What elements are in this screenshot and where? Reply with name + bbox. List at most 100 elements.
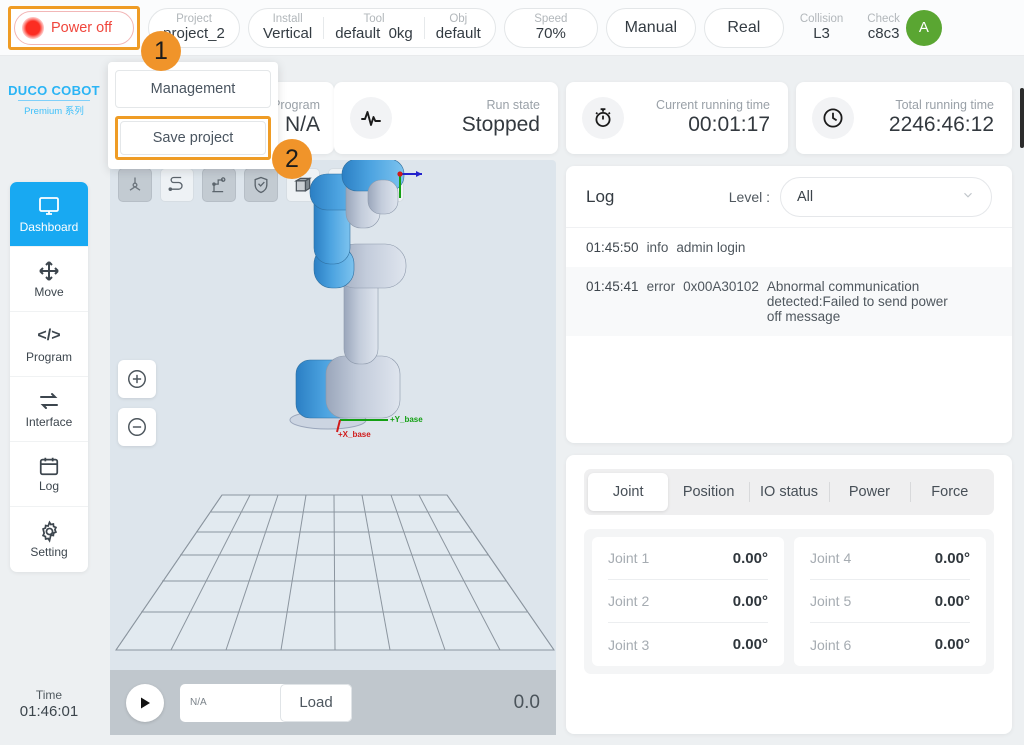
project-dropdown-menu: Management Save project	[108, 62, 278, 169]
logo-divider	[18, 100, 90, 101]
joint-values-grid: Joint 1 0.00° Joint 2 0.00° Joint 3 0.00…	[584, 529, 994, 674]
power-off-button[interactable]: Power off	[14, 11, 134, 45]
swap-arrows-icon	[37, 389, 61, 413]
obj-value: default	[436, 26, 481, 42]
log-header: Log Level : All	[566, 166, 1012, 228]
obj-label: Obj	[449, 13, 467, 25]
log-entry-time: 01:45:50	[586, 240, 639, 255]
load-button[interactable]: Load	[280, 684, 352, 722]
sidebar-item-dashboard[interactable]: Dashboard	[10, 182, 88, 247]
move-arrows-icon	[37, 259, 61, 283]
collision-status[interactable]: Collision L3	[792, 13, 851, 42]
zoom-out-button[interactable]	[118, 408, 156, 446]
project-label: Project	[176, 13, 212, 25]
sidebar-label-interface: Interface	[26, 415, 73, 429]
tab-io-status-label: IO status	[760, 484, 818, 500]
joint-name: Joint 4	[810, 550, 851, 566]
current-running-time-card: Current running time 00:01:17	[566, 82, 788, 154]
sidebar-item-setting[interactable]: Setting	[10, 507, 88, 572]
power-off-highlight: Power off	[8, 6, 140, 50]
log-title: Log	[586, 187, 614, 207]
real-mode-button[interactable]: Real	[704, 8, 784, 48]
tool-weight: 0kg	[389, 25, 413, 42]
log-entry-time: 01:45:41	[586, 279, 639, 324]
robot-3d-viewport[interactable]: +Y_base +X_base	[110, 160, 556, 670]
menu-item-save-project[interactable]: Save project	[120, 121, 266, 155]
current-running-time-label: Current running time	[656, 98, 770, 113]
tab-power-label: Power	[849, 484, 890, 500]
chevron-down-icon	[961, 188, 975, 206]
power-off-label: Power off	[51, 20, 112, 36]
log-entry: 01:45:50 info admin login	[566, 228, 1012, 267]
system-clock: Time 01:46:01	[10, 688, 88, 722]
menu-item-management[interactable]: Management	[115, 70, 271, 108]
speed-value: 70%	[536, 26, 566, 42]
tab-joint-label: Joint	[613, 484, 644, 500]
speed-label: Speed	[534, 13, 567, 25]
log-level-value: All	[797, 189, 813, 205]
current-running-time-value: 00:01:17	[656, 113, 770, 138]
log-entry-message: admin login	[676, 240, 745, 255]
joint-name: Joint 1	[608, 550, 649, 566]
monitor-icon	[37, 194, 61, 218]
collision-value: L3	[813, 26, 830, 43]
dashboard-page: Power off Project project_2 Install Vert…	[0, 0, 1024, 745]
check-status[interactable]: Check c8c3	[859, 13, 908, 42]
sidebar-item-program[interactable]: </> Program	[10, 312, 88, 377]
viewport-zoom-controls	[118, 360, 156, 446]
log-entry-level: error	[647, 279, 676, 324]
sidebar-item-move[interactable]: Move	[10, 247, 88, 312]
joint-name: Joint 5	[810, 593, 851, 609]
sidebar-label-dashboard: Dashboard	[20, 220, 79, 234]
speed-chip[interactable]: Speed 70%	[504, 8, 598, 48]
log-level-select[interactable]: All	[780, 177, 992, 217]
manual-mode-button[interactable]: Manual	[606, 8, 696, 48]
play-button[interactable]	[126, 684, 164, 722]
tab-power[interactable]: Power	[829, 473, 909, 511]
install-tool-obj-chip[interactable]: Install Vertical Tool default 0kg Obj de…	[248, 8, 496, 48]
tool-value: default	[335, 25, 380, 42]
load-button-label: Load	[299, 694, 332, 711]
tab-force[interactable]: Force	[910, 473, 990, 511]
check-value: c8c3	[868, 26, 900, 43]
status-tabbar: Joint Position IO status Power Force	[584, 469, 994, 515]
log-entry-level: info	[647, 240, 669, 255]
tab-position[interactable]: Position	[668, 473, 748, 511]
clock-value: 01:46:01	[20, 703, 78, 722]
total-running-time-label: Total running time	[889, 98, 994, 113]
run-state-value: Stopped	[462, 113, 540, 138]
divider	[323, 17, 324, 39]
save-project-highlight: Save project	[115, 116, 271, 160]
log-level-filter: Level : All	[729, 177, 992, 217]
power-indicator-icon	[22, 17, 44, 39]
log-entry-code: 0x00A30102	[683, 279, 759, 324]
manual-mode-label: Manual	[625, 19, 677, 37]
sidebar-label-setting: Setting	[30, 545, 67, 559]
joint-value: 0.00°	[733, 593, 768, 610]
save-project-label: Save project	[153, 130, 234, 146]
total-running-time-value: 2246:46:12	[889, 113, 994, 138]
zoom-in-button[interactable]	[118, 360, 156, 398]
sidebar-item-interface[interactable]: Interface	[10, 377, 88, 442]
page-scrollbar[interactable]	[1020, 88, 1024, 148]
pulse-icon	[350, 97, 392, 139]
run-state-label: Run state	[462, 98, 540, 113]
gear-icon	[38, 520, 61, 543]
joint-row: Joint 6 0.00°	[810, 623, 970, 666]
sidebar-item-log[interactable]: Log	[10, 442, 88, 507]
joint-row: Joint 5 0.00°	[810, 580, 970, 623]
management-label: Management	[151, 81, 236, 97]
avatar[interactable]: A	[906, 10, 942, 46]
tab-io-status[interactable]: IO status	[749, 473, 829, 511]
svg-text:+Y_base: +Y_base	[390, 415, 423, 424]
sidebar-label-log: Log	[39, 479, 59, 493]
joint-row: Joint 2 0.00°	[608, 580, 768, 623]
sidebar-label-move: Move	[34, 285, 63, 299]
code-icon: </>	[37, 324, 60, 348]
joint-value: 0.00°	[733, 636, 768, 653]
clock-icon	[812, 97, 854, 139]
program-load-field[interactable]: N/A Load	[180, 684, 352, 722]
calendar-icon	[38, 455, 60, 477]
tab-joint[interactable]: Joint	[588, 473, 668, 511]
collision-label: Collision	[800, 13, 843, 26]
